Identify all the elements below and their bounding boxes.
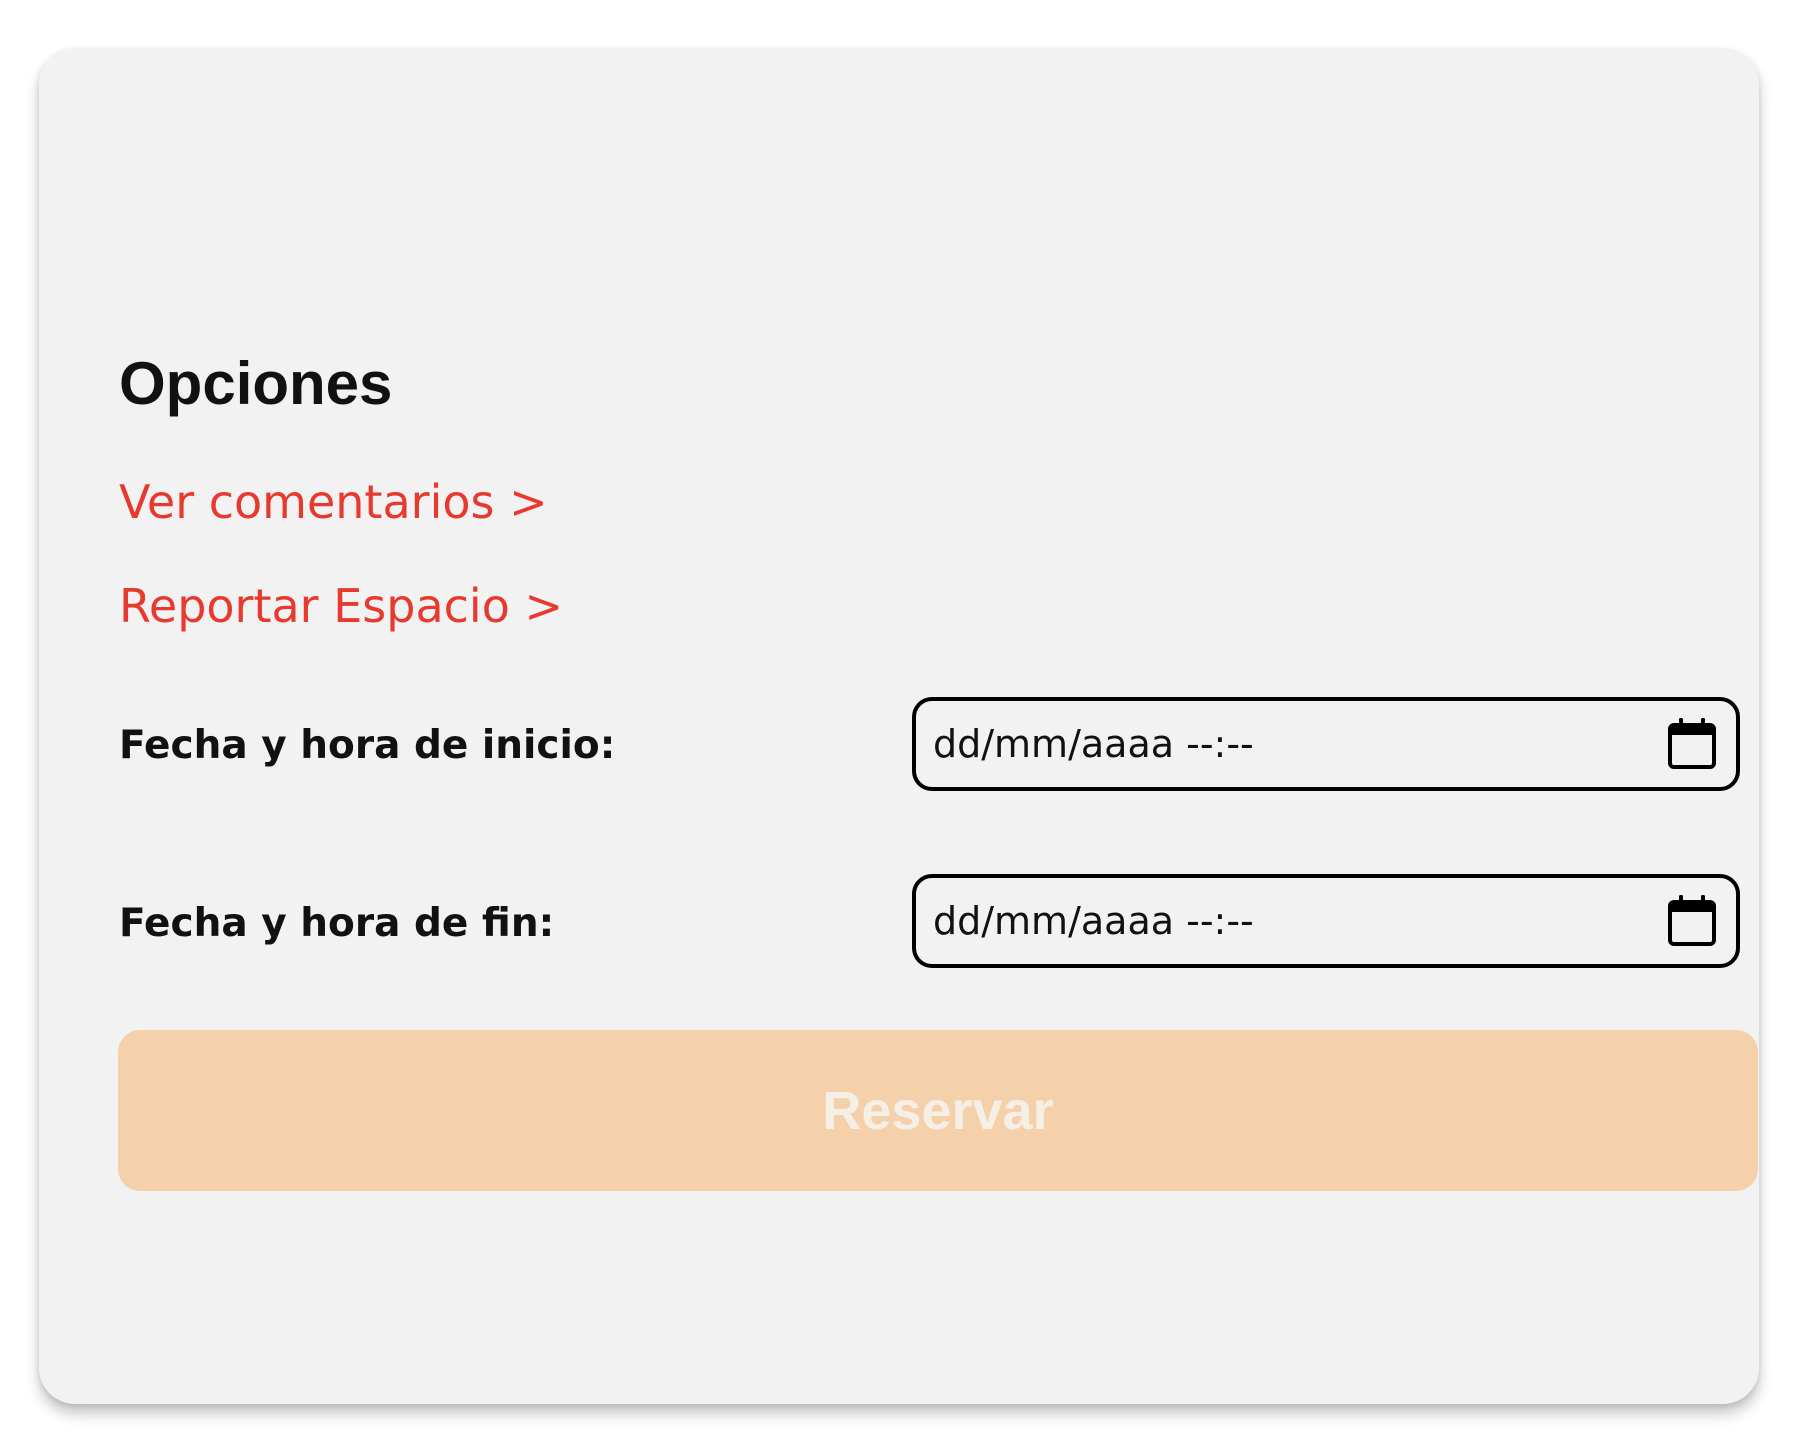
end-datetime-label: Fecha y hora de fin: — [119, 901, 555, 946]
calendar-icon[interactable] — [1665, 716, 1719, 772]
report-space-link[interactable]: Reportar Espacio > — [119, 576, 563, 636]
start-datetime-placeholder: dd/mm/aaaa --:-- — [933, 722, 1254, 766]
options-card: Opciones Ver comentarios > Reportar Espa… — [39, 48, 1759, 1404]
view-comments-link[interactable]: Ver comentarios > — [119, 472, 548, 532]
start-datetime-input[interactable]: dd/mm/aaaa --:-- — [912, 697, 1740, 791]
start-datetime-label: Fecha y hora de inicio: — [119, 723, 616, 768]
options-title: Opciones — [119, 350, 393, 417]
reserve-button[interactable]: Reservar — [118, 1030, 1758, 1191]
end-datetime-input[interactable]: dd/mm/aaaa --:-- — [912, 874, 1740, 968]
end-datetime-placeholder: dd/mm/aaaa --:-- — [933, 899, 1254, 943]
calendar-icon[interactable] — [1665, 893, 1719, 949]
